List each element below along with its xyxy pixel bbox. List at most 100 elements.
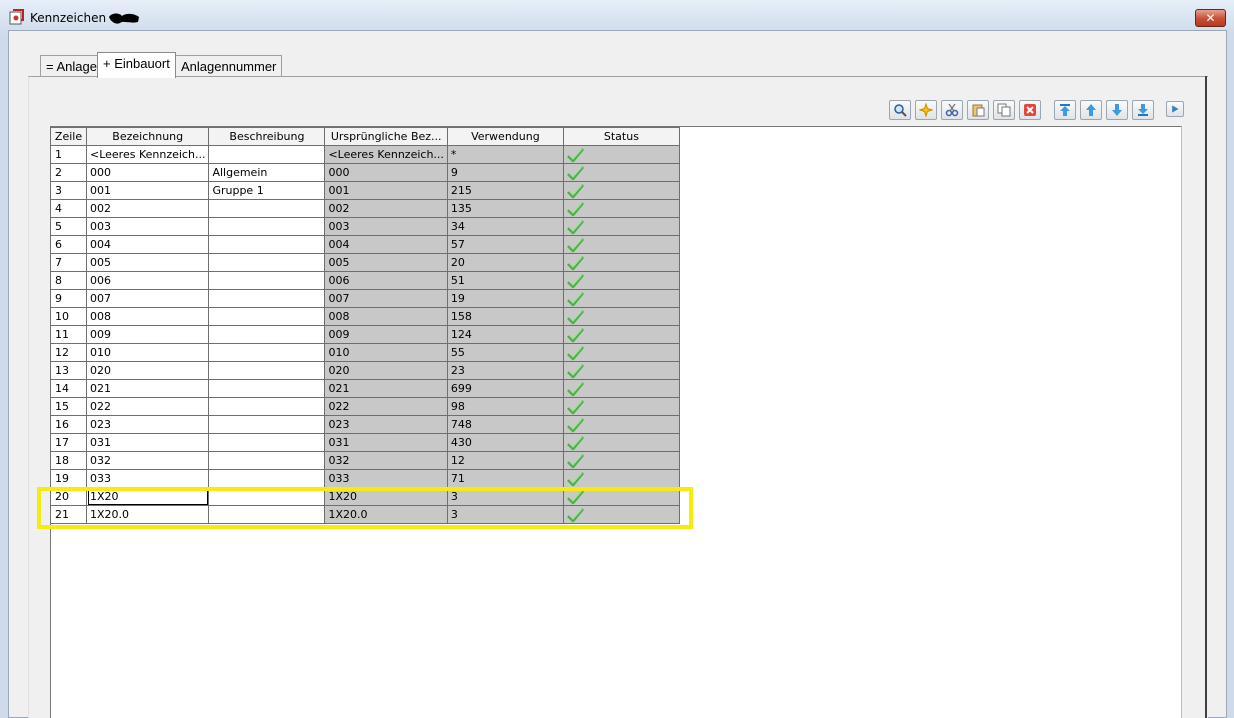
cell-zeile[interactable]: 20	[50, 487, 87, 506]
table-row[interactable]: 18 032 032 12	[50, 451, 680, 470]
tab-anlagennummer[interactable]: Anlagennummer	[175, 55, 283, 77]
cell-zeile[interactable]: 7	[50, 253, 87, 272]
table-row[interactable]: 5 003 003 34	[50, 217, 680, 236]
cell-bezeichnung[interactable]: 022	[85, 397, 210, 416]
column-header-status[interactable]: Status	[562, 127, 680, 146]
column-header-verwendung[interactable]: Verwendung	[446, 127, 564, 146]
table-row[interactable]: 2 000 Allgemein 000 9	[50, 163, 680, 182]
cell-beschreibung[interactable]	[208, 451, 326, 470]
table-row[interactable]: 12 010 010 55	[50, 343, 680, 362]
delete-button[interactable]	[1019, 100, 1041, 120]
cell-zeile[interactable]: 10	[50, 307, 87, 326]
cell-bezeichnung[interactable]: 001	[85, 181, 210, 200]
cell-beschreibung[interactable]	[208, 433, 326, 452]
move-up-button[interactable]	[1080, 100, 1102, 120]
table-row[interactable]: 7 005 005 20	[50, 253, 680, 272]
cell-zeile[interactable]: 8	[50, 271, 87, 290]
cell-bezeichnung[interactable]: 1X20	[85, 487, 210, 506]
cell-zeile[interactable]: 13	[50, 361, 87, 380]
cell-zeile[interactable]: 15	[50, 397, 87, 416]
cell-zeile[interactable]: 18	[50, 451, 87, 470]
table-row[interactable]: 6 004 004 57	[50, 235, 680, 254]
cell-bezeichnung[interactable]: 023	[85, 415, 210, 434]
cell-bezeichnung[interactable]: 003	[85, 217, 210, 236]
cell-beschreibung[interactable]	[208, 253, 326, 272]
cell-beschreibung[interactable]	[208, 397, 326, 416]
table-row[interactable]: 11 009 009 124	[50, 325, 680, 344]
cell-zeile[interactable]: 21	[50, 505, 87, 524]
cell-beschreibung[interactable]	[208, 307, 326, 326]
cell-bezeichnung[interactable]: 005	[85, 253, 210, 272]
cell-beschreibung[interactable]	[208, 325, 326, 344]
table-row[interactable]: 19 033 033 71	[50, 469, 680, 488]
column-header-bezeichnung[interactable]: Bezeichnung	[85, 127, 210, 146]
cell-beschreibung[interactable]: Allgemein	[208, 163, 326, 182]
close-button[interactable]: ✕	[1195, 9, 1226, 27]
cell-bezeichnung[interactable]: 033	[85, 469, 210, 488]
table-row[interactable]: 15 022 022 98	[50, 397, 680, 416]
table-row[interactable]: 9 007 007 19	[50, 289, 680, 308]
paste-button[interactable]	[967, 100, 989, 120]
cell-bezeichnung[interactable]: 010	[85, 343, 210, 362]
cell-zeile[interactable]: 16	[50, 415, 87, 434]
search-button[interactable]	[889, 100, 911, 120]
cell-zeile[interactable]: 3	[50, 181, 87, 200]
cell-beschreibung[interactable]	[208, 469, 326, 488]
cell-beschreibung[interactable]	[208, 505, 326, 524]
cell-zeile[interactable]: 11	[50, 325, 87, 344]
column-header-urspruengliche-bezeichnung[interactable]: Ursprüngliche Bez...	[324, 127, 448, 146]
cell-bezeichnung[interactable]: 032	[85, 451, 210, 470]
table-row[interactable]: 1 <Leeres Kennzeich... <Leeres Kennzeich..…	[50, 145, 680, 164]
cell-zeile[interactable]: 6	[50, 235, 87, 254]
cell-bezeichnung[interactable]: 004	[85, 235, 210, 254]
move-top-button[interactable]	[1054, 100, 1076, 120]
cell-zeile[interactable]: 5	[50, 217, 87, 236]
cell-bezeichnung[interactable]: 007	[85, 289, 210, 308]
cell-beschreibung[interactable]: Gruppe 1	[208, 181, 326, 200]
table-row[interactable]: 17 031 031 430	[50, 433, 680, 452]
column-header-zeile[interactable]: Zeile	[50, 127, 87, 146]
column-header-beschreibung[interactable]: Beschreibung	[208, 127, 326, 146]
cell-beschreibung[interactable]	[208, 289, 326, 308]
move-down-button[interactable]	[1106, 100, 1128, 120]
cell-beschreibung[interactable]	[208, 343, 326, 362]
cell-beschreibung[interactable]	[208, 217, 326, 236]
cell-beschreibung[interactable]	[208, 235, 326, 254]
cell-beschreibung[interactable]	[208, 199, 326, 218]
cell-bezeichnung[interactable]: 009	[85, 325, 210, 344]
cell-bezeichnung[interactable]: 008	[85, 307, 210, 326]
new-button[interactable]	[915, 100, 937, 120]
table-row[interactable]: 20 1X20 1X20 3	[50, 487, 680, 506]
cell-beschreibung[interactable]	[208, 145, 326, 164]
tab-anlage[interactable]: = Anlage	[40, 55, 103, 77]
play-button[interactable]	[1166, 101, 1184, 117]
cell-beschreibung[interactable]	[208, 361, 326, 380]
cell-zeile[interactable]: 9	[50, 289, 87, 308]
table-row[interactable]: 10 008 008 158	[50, 307, 680, 326]
table-row[interactable]: 16 023 023 748	[50, 415, 680, 434]
cell-bezeichnung[interactable]: 1X20.0	[85, 505, 210, 524]
cell-beschreibung[interactable]	[208, 379, 326, 398]
cell-zeile[interactable]: 12	[50, 343, 87, 362]
cut-button[interactable]	[941, 100, 963, 120]
cell-zeile[interactable]: 2	[50, 163, 87, 182]
cell-zeile[interactable]: 19	[50, 469, 87, 488]
cell-zeile[interactable]: 1	[50, 145, 87, 164]
table-row[interactable]: 8 006 006 51	[50, 271, 680, 290]
cell-bezeichnung[interactable]: 000	[85, 163, 210, 182]
cell-zeile[interactable]: 14	[50, 379, 87, 398]
cell-bezeichnung[interactable]: 031	[85, 433, 210, 452]
table-row[interactable]: 4 002 002 135	[50, 199, 680, 218]
cell-zeile[interactable]: 17	[50, 433, 87, 452]
cell-beschreibung[interactable]	[208, 487, 326, 506]
cell-bezeichnung[interactable]: 020	[85, 361, 210, 380]
table-row[interactable]: 14 021 021 699	[50, 379, 680, 398]
cell-bezeichnung[interactable]: 021	[85, 379, 210, 398]
table-row[interactable]: 3 001 Gruppe 1 001 215	[50, 181, 680, 200]
cell-zeile[interactable]: 4	[50, 199, 87, 218]
cell-beschreibung[interactable]	[208, 415, 326, 434]
tab-einbauort[interactable]: + Einbauort	[97, 52, 176, 78]
cell-bezeichnung[interactable]: 002	[85, 199, 210, 218]
move-bottom-button[interactable]	[1132, 100, 1154, 120]
table-row[interactable]: 21 1X20.0 1X20.0 3	[50, 505, 680, 524]
